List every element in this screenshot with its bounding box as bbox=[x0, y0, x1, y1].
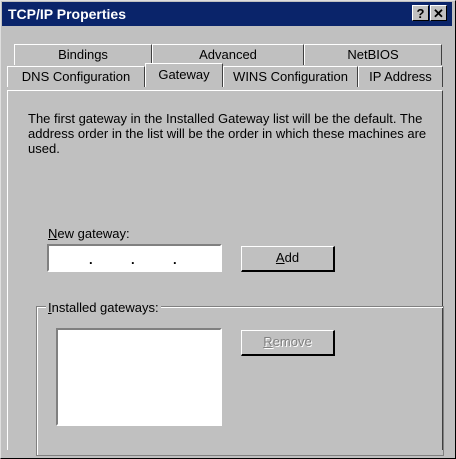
installed-gateways-list[interactable] bbox=[56, 328, 222, 426]
tab-wins-configuration[interactable]: WINS Configuration bbox=[223, 66, 358, 87]
tab-gateway[interactable]: Gateway bbox=[145, 63, 223, 87]
title-bar[interactable]: TCP/IP Properties ? ✕ bbox=[2, 2, 452, 26]
tab-dns-configuration[interactable]: DNS Configuration bbox=[7, 66, 145, 87]
ip-separator-1: . bbox=[89, 252, 93, 267]
tab-advanced[interactable]: Advanced bbox=[152, 44, 304, 65]
ip-separator-3: . bbox=[173, 252, 177, 267]
add-button[interactable]: Add bbox=[241, 246, 335, 272]
tab-ip-address[interactable]: IP Address bbox=[358, 66, 443, 87]
close-button[interactable]: ✕ bbox=[430, 5, 447, 21]
gateway-description: The first gateway in the Installed Gatew… bbox=[28, 111, 427, 156]
installed-gateways-label: Installed gateways: bbox=[46, 300, 161, 315]
tab-netbios[interactable]: NetBIOS bbox=[304, 44, 442, 65]
window-title: TCP/IP Properties bbox=[8, 6, 127, 22]
help-button[interactable]: ? bbox=[412, 5, 429, 21]
ip-separator-2: . bbox=[131, 252, 135, 267]
tab-bindings[interactable]: Bindings bbox=[14, 44, 152, 65]
new-gateway-label: New gateway: bbox=[48, 226, 130, 241]
remove-button: Remove bbox=[241, 330, 335, 356]
new-gateway-ip-field[interactable]: . . . bbox=[47, 244, 222, 272]
